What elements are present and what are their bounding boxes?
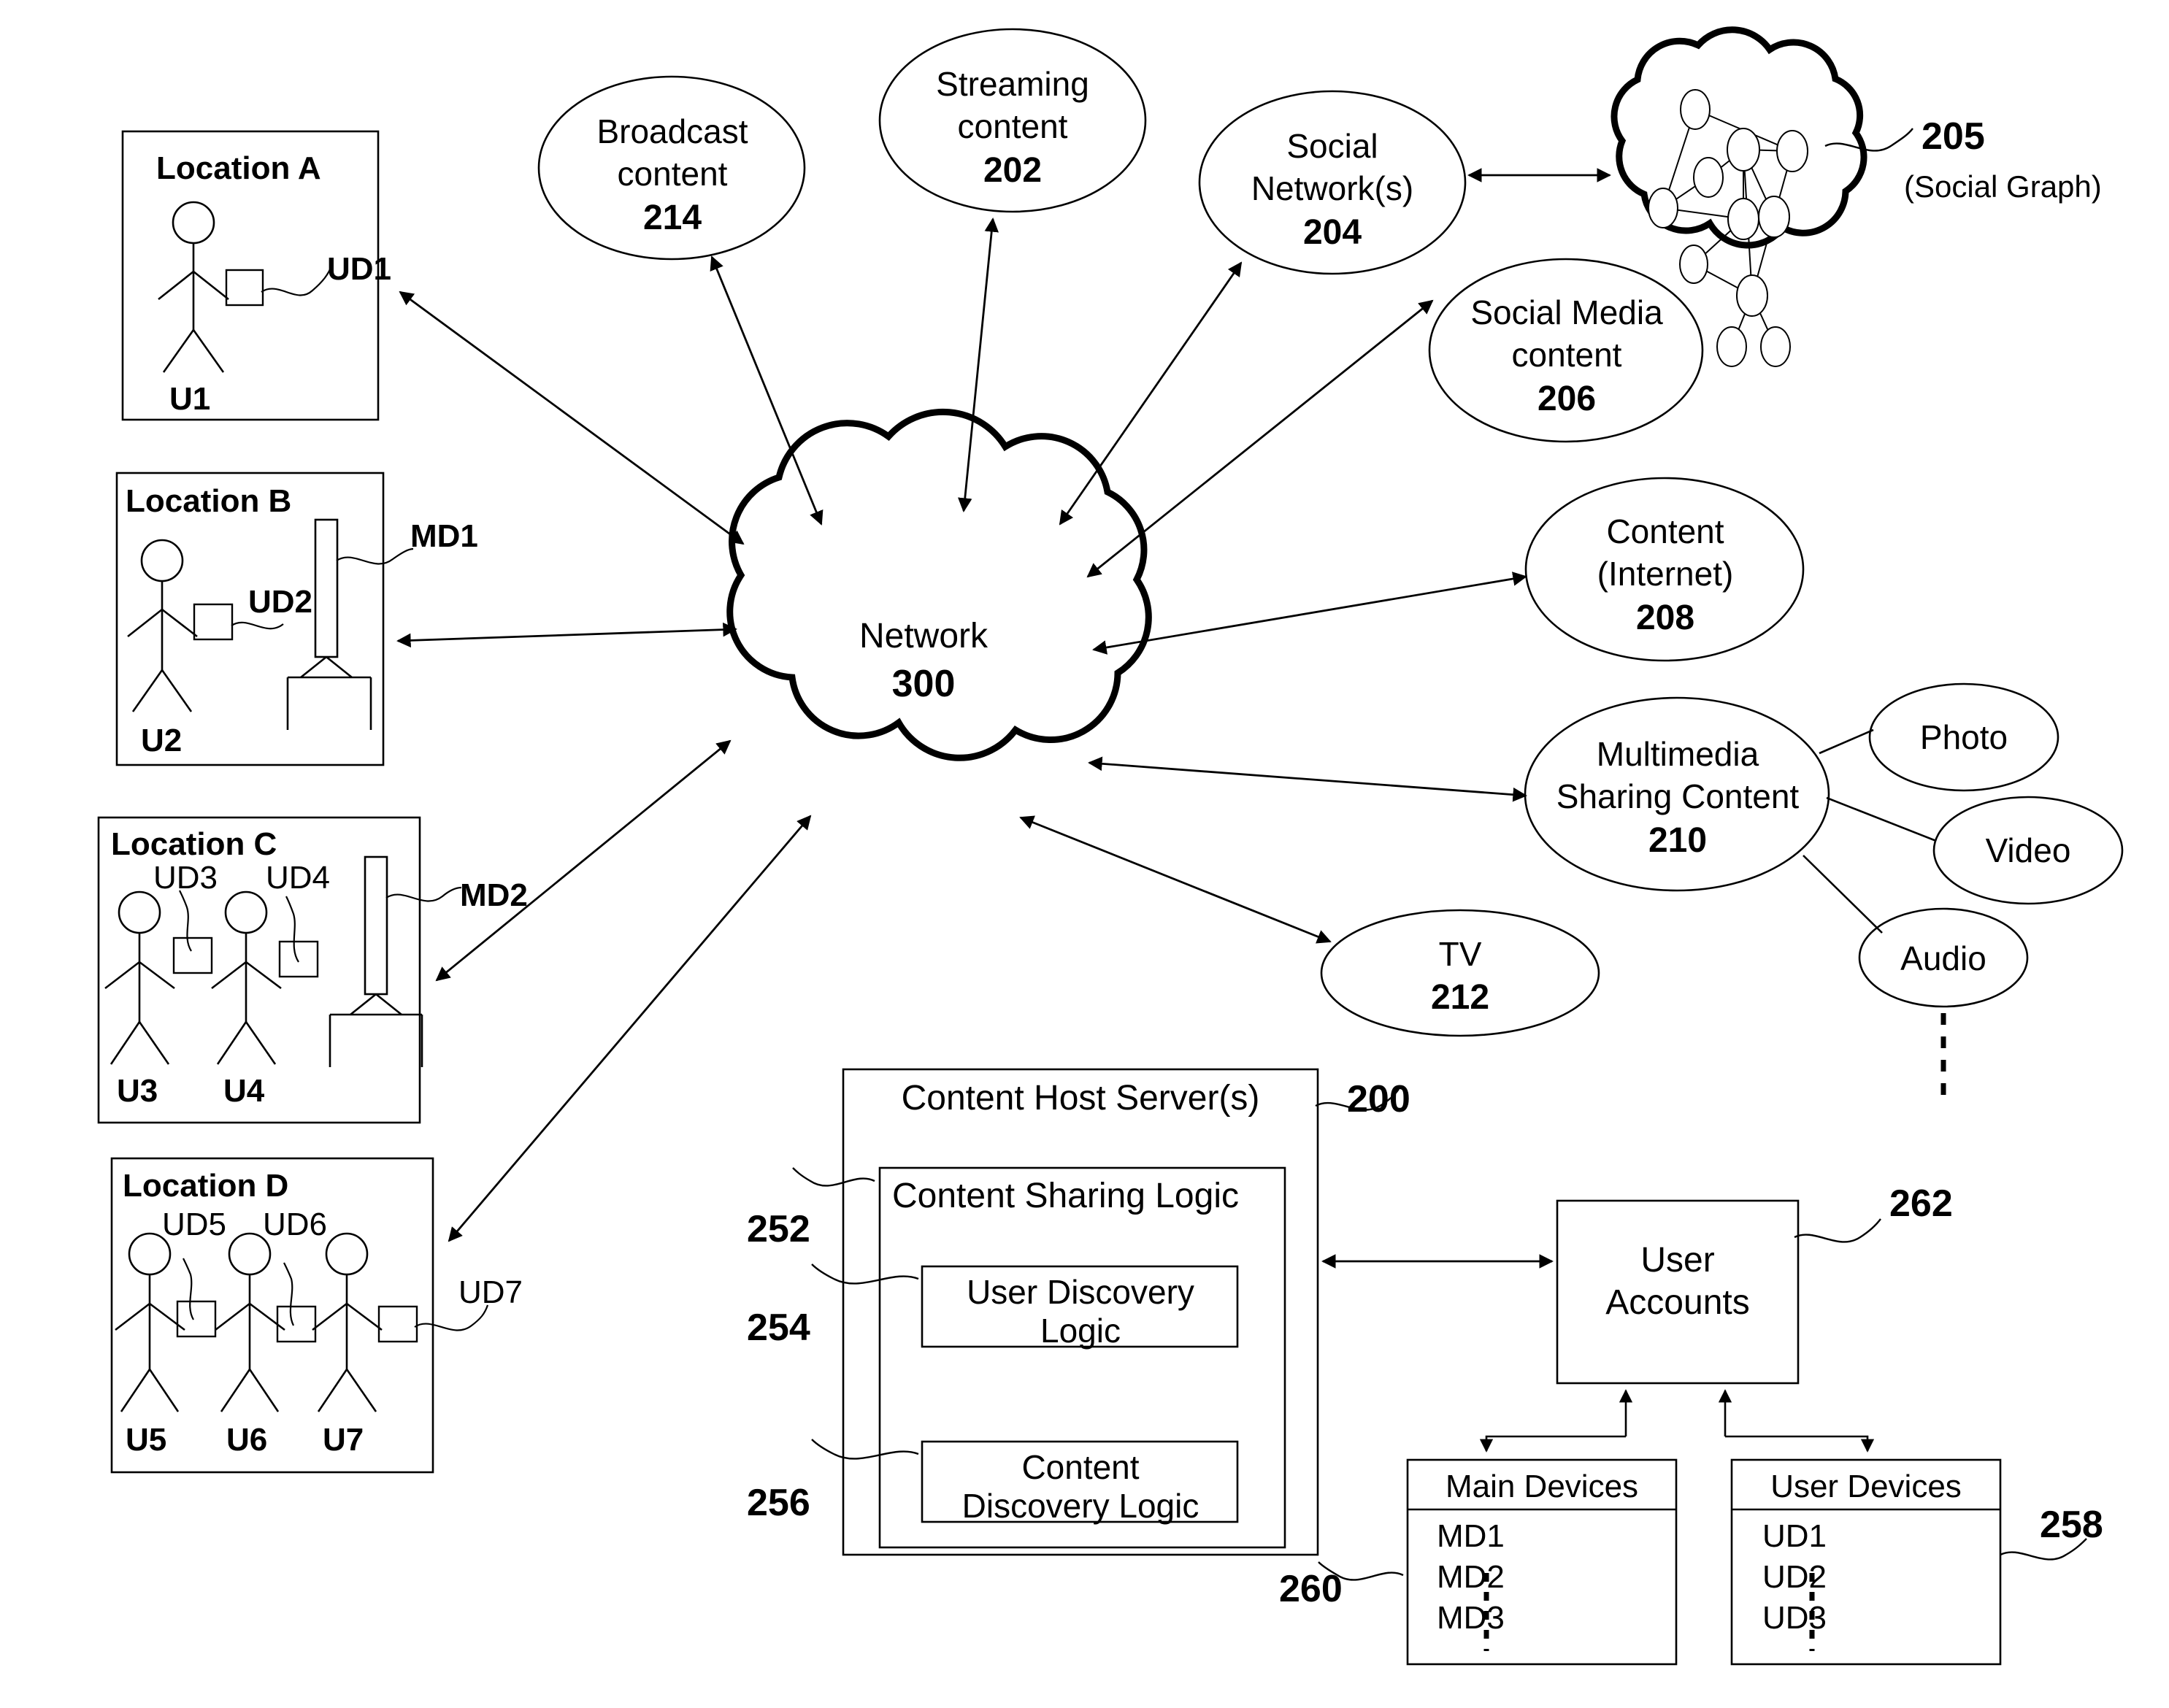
main-devices-header: Main Devices xyxy=(1445,1469,1639,1504)
user-devices-ref: 258 xyxy=(2040,1504,2103,1546)
tv-line1: TV xyxy=(1438,935,1482,973)
location-a-user-label: U1 xyxy=(169,381,211,417)
location-d-device3-label: UD7 xyxy=(458,1274,523,1310)
location-c-title: Location C xyxy=(111,826,277,862)
user-accounts-line1: User xyxy=(1640,1241,1715,1280)
content-host-server-title: Content Host Server(s) xyxy=(901,1079,1260,1117)
arrow-location-c-network xyxy=(435,739,732,982)
network-label: Network xyxy=(859,617,988,655)
user-devices-header: User Devices xyxy=(1770,1469,1962,1504)
tv-ref: 212 xyxy=(1430,978,1490,1017)
streaming-content-ref: 202 xyxy=(983,151,1043,190)
main-devices-row-2: MD3 xyxy=(1437,1600,1505,1636)
streaming-content-line2: content xyxy=(957,107,1068,145)
location-d-title: Location D xyxy=(123,1168,289,1204)
location-c-main-device-label: MD2 xyxy=(460,877,528,913)
location-a-title: Location A xyxy=(156,150,321,186)
user-accounts-ref: 262 xyxy=(1889,1182,1953,1225)
user-discovery-logic-line1: User Discovery xyxy=(967,1273,1194,1311)
broadcast-content-line1: Broadcast xyxy=(596,112,748,150)
network-ref: 300 xyxy=(891,663,956,705)
location-b-user-label: U2 xyxy=(141,723,183,758)
location-c-device2-label: UD4 xyxy=(266,860,331,896)
audio-label: Audio xyxy=(1900,939,1986,977)
social-graph-caption: (Social Graph) xyxy=(1904,169,2102,204)
multimedia-line2: Sharing Content xyxy=(1556,777,1800,815)
arrow-internet-network xyxy=(1092,572,1527,655)
video-label: Video xyxy=(1985,831,2071,869)
social-networks-line1: Social xyxy=(1286,127,1378,165)
arrow-tv-network xyxy=(1019,815,1332,944)
arrow-multimedia-network xyxy=(1088,756,1527,802)
location-d-device1-label: UD5 xyxy=(162,1207,227,1242)
broadcast-content-ref: 214 xyxy=(642,199,702,237)
internet-content-ref: 208 xyxy=(1635,599,1695,637)
broadcast-content-line2: content xyxy=(617,155,728,193)
location-b-device-label: UD2 xyxy=(248,584,313,620)
content-discovery-logic-line2: Discovery Logic xyxy=(961,1487,1199,1525)
location-c-user2-label: U4 xyxy=(223,1073,265,1109)
user-devices-row-2: UD3 xyxy=(1762,1600,1827,1636)
content-sharing-logic-title: Content Sharing Logic xyxy=(892,1177,1239,1215)
main-devices-ref: 260 xyxy=(1279,1568,1343,1610)
internet-content-line2: (Internet) xyxy=(1597,555,1734,593)
arrow-socialnetworks-network xyxy=(1059,261,1243,526)
location-d-user3-label: U7 xyxy=(323,1422,364,1458)
arrow-location-b-network xyxy=(396,622,737,648)
user-accounts-line2: Accounts xyxy=(1605,1283,1750,1322)
location-c-user1-label: U3 xyxy=(117,1073,158,1109)
user-discovery-logic-ref: 254 xyxy=(747,1307,810,1349)
location-b-main-device-label: MD1 xyxy=(410,518,478,554)
main-devices-row-0: MD1 xyxy=(1437,1518,1505,1554)
multimedia-line1: Multimedia xyxy=(1596,735,1759,773)
location-d-user2-label: U6 xyxy=(226,1422,268,1458)
user-discovery-logic-line2: Logic xyxy=(1040,1312,1121,1350)
social-media-ref: 206 xyxy=(1537,380,1597,418)
arrow-socialmedia-network xyxy=(1086,299,1434,578)
main-devices-row-1: MD2 xyxy=(1437,1559,1505,1595)
location-a-device-label: UD1 xyxy=(327,251,392,287)
figure-canvas: Location A UD1 U1 Location B UD2 MD1 U2 … xyxy=(0,0,2169,1708)
internet-content-line1: Content xyxy=(1606,512,1724,550)
location-c-device1-label: UD3 xyxy=(153,860,218,896)
arrow-location-a-network xyxy=(399,291,745,545)
multimedia-ref: 210 xyxy=(1648,821,1708,860)
account-device-connectors xyxy=(1479,1389,1875,1453)
photo-label: Photo xyxy=(1919,718,2008,756)
location-d-user1-label: U5 xyxy=(126,1422,167,1458)
location-d-device2-label: UD6 xyxy=(263,1207,328,1242)
social-media-line2: content xyxy=(1511,336,1622,374)
social-networks-ref: 204 xyxy=(1302,213,1362,252)
social-graph-ref: 205 xyxy=(1922,115,1985,158)
streaming-content-line1: Streaming xyxy=(936,65,1089,103)
content-discovery-logic-line1: Content xyxy=(1021,1448,1140,1486)
social-media-line1: Social Media xyxy=(1470,293,1663,331)
user-devices-row-0: UD1 xyxy=(1762,1518,1827,1554)
content-host-server-ref: 200 xyxy=(1347,1078,1410,1120)
content-discovery-logic-ref: 256 xyxy=(747,1482,810,1524)
content-sharing-logic-ref: 252 xyxy=(747,1208,810,1250)
social-networks-line2: Network(s) xyxy=(1251,169,1414,207)
user-devices-row-1: UD2 xyxy=(1762,1559,1827,1595)
location-b-title: Location B xyxy=(126,483,292,519)
network-cloud-shape xyxy=(726,408,1152,761)
